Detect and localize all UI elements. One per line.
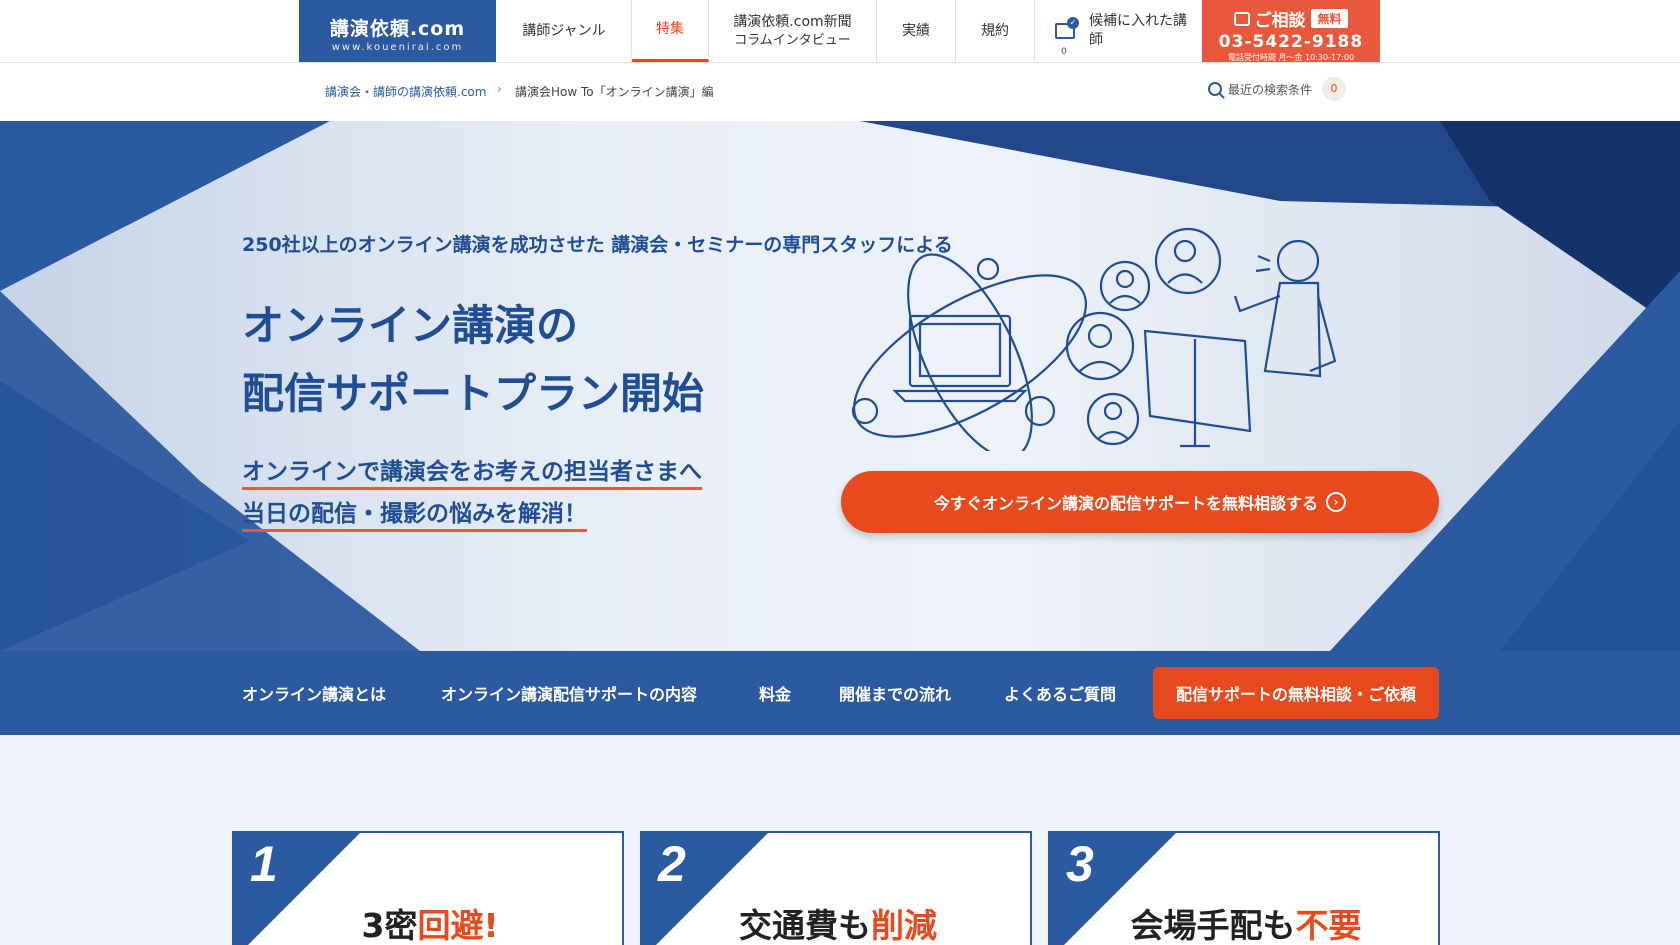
feature-section: 1 3密回避! 2 交通費も削減 3 会場手配も不要: [0, 735, 1680, 945]
breadcrumb: 講演会・講師の講演依頼.com › 講演会How To「オンライン講演」編 最近…: [0, 63, 1680, 121]
candidate-list-link[interactable]: ✓ 0 候補に入れた講師: [1035, 0, 1200, 62]
nav-news[interactable]: 講演依頼.com新聞 コラムインタビュー: [709, 0, 877, 62]
section-link-about[interactable]: オンライン講演とは: [242, 681, 386, 705]
candidate-count: 0: [1061, 47, 1067, 57]
nav-genre-label: 講師ジャンル: [522, 22, 606, 39]
nav-results-label: 実績: [902, 22, 930, 39]
hero-banner: 250社以上のオンライン講演を成功させた 講演会・セミナーの専門スタッフによる …: [0, 121, 1680, 651]
feature-title: 3密回避!: [234, 899, 626, 945]
candidate-label: 候補に入れた講師: [1089, 13, 1187, 48]
section-link-price[interactable]: 料金: [759, 681, 791, 705]
chat-icon: [1234, 11, 1251, 26]
nav-features[interactable]: 特集: [632, 0, 709, 62]
nav-results[interactable]: 実績: [877, 0, 956, 62]
hero-title: オンライン講演の 配信サポートプラン開始: [242, 292, 704, 428]
section-link-faq[interactable]: よくあるご質問: [1004, 681, 1116, 705]
phone-hours: 電話受付時間 月〜金 10:30-17:00: [1227, 53, 1355, 62]
feature-title: 交通費も削減: [642, 899, 1034, 945]
hero-lead: オンラインで講演会をお考えの担当者さまへ 当日の配信・撮影の悩みを解消！: [242, 451, 702, 535]
nav-news-sublabel: コラムインタビュー: [734, 32, 851, 48]
online-lecture-illustration: [851, 227, 1337, 451]
feature-card: 2 交通費も削減: [640, 831, 1032, 945]
logo-main-text: 講演依頼.com: [329, 18, 466, 40]
phone-number: 03-5422-9188: [1218, 32, 1364, 52]
feature-number: 1: [250, 836, 278, 892]
consult-label: ご相談: [1254, 11, 1306, 31]
section-link-flow[interactable]: 開催までの流れ: [839, 681, 951, 705]
feature-text: 会場手配も: [1130, 906, 1296, 945]
site-logo[interactable]: 講演依頼.com www.kouenirai.com: [299, 0, 496, 62]
nav-features-label: 特集: [656, 21, 684, 38]
hero-consult-button[interactable]: 今すぐオンライン講演の配信サポートを無料相談する ›: [841, 471, 1439, 533]
feature-number: 2: [658, 836, 686, 892]
candidate-box-icon: ✓ 0: [1053, 15, 1079, 57]
search-icon: [1208, 82, 1222, 96]
nav-terms-label: 規約: [981, 22, 1009, 39]
feature-title: 会場手配も不要: [1050, 899, 1442, 945]
consult-button[interactable]: ご相談 無料 03-5422-9188 電話受付時間 月〜金 10:30-17:…: [1202, 0, 1380, 62]
free-badge: 無料: [1311, 9, 1348, 28]
breadcrumb-home[interactable]: 講演会・講師の講演依頼.com: [325, 83, 486, 100]
hero-title-line1: オンライン講演の: [242, 301, 579, 350]
feature-card: 1 3密回避!: [232, 831, 624, 945]
chevron-right-icon: ›: [497, 82, 502, 96]
feature-number: 3: [1066, 836, 1094, 892]
nav-news-label: 講演依頼.com新聞: [733, 13, 852, 30]
logo-sub-text: www.kouenirai.com: [331, 42, 464, 53]
section-link-support[interactable]: オンライン講演配信サポートの内容: [441, 681, 697, 705]
nav-terms[interactable]: 規約: [956, 0, 1035, 62]
hero-title-line2: 配信サポートプラン開始: [242, 369, 705, 418]
breadcrumb-current: 講演会How To「オンライン講演」編: [515, 85, 714, 99]
hero-lead-line1: オンラインで講演会をお考えの担当者さまへ: [242, 459, 702, 490]
chevron-right-circle-icon: ›: [1326, 492, 1346, 512]
hero-consult-label: 今すぐオンライン講演の配信サポートを無料相談する: [933, 494, 1318, 513]
feature-highlight: 回避!: [417, 906, 499, 945]
hero-lead-line2: 当日の配信・撮影の悩みを解消！: [242, 501, 587, 532]
recent-search-link[interactable]: 最近の検索条件 0: [1208, 77, 1347, 101]
section-consult-button[interactable]: 配信サポートの無料相談・ご依頼: [1153, 667, 1439, 719]
feature-text: 3密: [361, 906, 418, 945]
recent-search-count: 0: [1322, 77, 1347, 101]
site-header: 講演依頼.com www.kouenirai.com 講師ジャンル 特集 講演依…: [0, 0, 1680, 63]
feature-card: 3 会場手配も不要: [1048, 831, 1440, 945]
section-consult-label: 配信サポートの無料相談・ご依頼: [1175, 685, 1416, 704]
section-nav: オンライン講演とは オンライン講演配信サポートの内容 料金 開催までの流れ よく…: [0, 651, 1680, 735]
feature-highlight: 削減: [871, 906, 937, 945]
feature-highlight: 不要: [1295, 906, 1362, 945]
feature-text: 交通費も: [739, 906, 871, 945]
recent-search-label: 最近の検索条件: [1228, 82, 1313, 97]
nav-genre[interactable]: 講師ジャンル: [497, 0, 632, 62]
